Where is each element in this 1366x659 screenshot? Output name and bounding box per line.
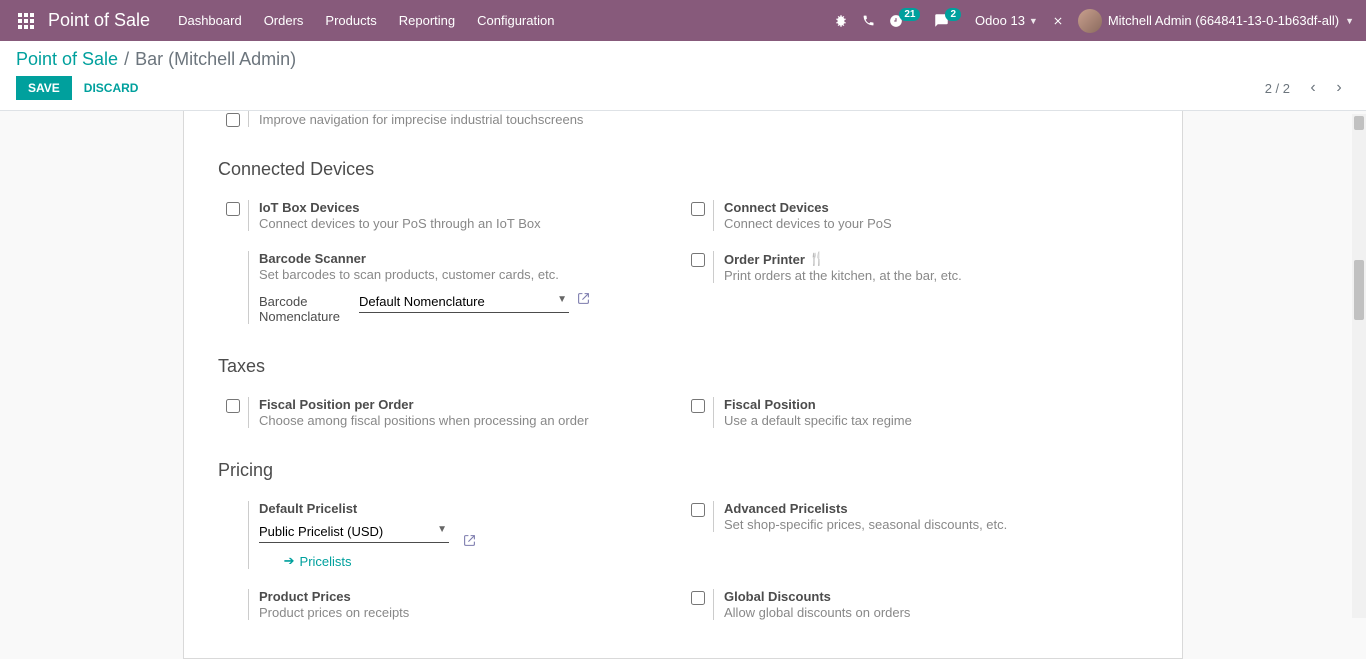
save-button[interactable]: SAVE bbox=[16, 76, 72, 100]
caret-down-icon: ▼ bbox=[1345, 16, 1354, 26]
main-menu: Dashboard Orders Products Reporting Conf… bbox=[178, 13, 554, 28]
setting-title: Global Discounts bbox=[724, 589, 1138, 604]
checkbox-fiscal-position[interactable] bbox=[691, 399, 705, 413]
setting-title: Default Pricelist bbox=[259, 501, 673, 516]
scrollbar[interactable] bbox=[1352, 114, 1366, 618]
checkbox-global-discounts[interactable] bbox=[691, 591, 705, 605]
user-menu[interactable]: Mitchell Admin (664841-13-0-1b63df-all) … bbox=[1078, 9, 1354, 33]
section-connected-devices: Connected Devices bbox=[218, 159, 1148, 180]
checkbox-advanced-pricelists[interactable] bbox=[691, 503, 705, 517]
default-pricelist-input[interactable] bbox=[259, 522, 449, 543]
menu-dashboard[interactable]: Dashboard bbox=[178, 13, 242, 28]
breadcrumb: Point of Sale / Bar (Mitchell Admin) bbox=[16, 49, 1350, 70]
checkbox-order-printer[interactable] bbox=[691, 253, 705, 267]
checkbox-large-scrollbars[interactable] bbox=[226, 113, 240, 127]
setting-desc: Connect devices to your PoS through an I… bbox=[259, 216, 673, 231]
external-link-icon[interactable] bbox=[463, 535, 480, 550]
arrow-right-icon: ➔ bbox=[284, 553, 295, 569]
close-icon[interactable] bbox=[1052, 15, 1064, 27]
apps-icon[interactable] bbox=[12, 13, 40, 29]
setting-title: Product Prices bbox=[259, 589, 673, 604]
section-pricing: Pricing bbox=[218, 460, 1148, 481]
setting-desc: Connect devices to your PoS bbox=[724, 216, 1138, 231]
discard-button[interactable]: DISCARD bbox=[84, 81, 139, 95]
control-panel: Point of Sale / Bar (Mitchell Admin) SAV… bbox=[0, 41, 1366, 111]
setting-desc: Set shop-specific prices, seasonal disco… bbox=[724, 517, 1138, 532]
navbar: Point of Sale Dashboard Orders Products … bbox=[0, 0, 1366, 41]
breadcrumb-separator: / bbox=[124, 49, 129, 70]
setting-desc: Improve navigation for imprecise industr… bbox=[259, 112, 673, 127]
activities-badge: 21 bbox=[899, 8, 920, 21]
setting-desc: Set barcodes to scan products, customer … bbox=[259, 267, 673, 282]
pricelists-link[interactable]: ➔ Pricelists bbox=[284, 553, 352, 569]
setting-title: Barcode Scanner bbox=[259, 251, 673, 266]
barcode-nomenclature-input[interactable] bbox=[359, 292, 569, 313]
avatar bbox=[1078, 9, 1102, 33]
external-link-icon[interactable] bbox=[577, 292, 590, 308]
activities-icon[interactable]: 21 bbox=[889, 14, 920, 28]
setting-title: IoT Box Devices bbox=[259, 200, 673, 215]
setting-title: Connect Devices bbox=[724, 200, 1138, 215]
phone-icon[interactable] bbox=[862, 14, 875, 27]
setting-desc: Choose among fiscal positions when proce… bbox=[259, 413, 673, 428]
cutlery-icon: 🍴 bbox=[809, 251, 825, 267]
breadcrumb-leaf: Bar (Mitchell Admin) bbox=[135, 49, 296, 70]
menu-products[interactable]: Products bbox=[325, 13, 376, 28]
breadcrumb-root[interactable]: Point of Sale bbox=[16, 49, 118, 70]
company-switcher[interactable]: Odoo 13 ▼ bbox=[975, 13, 1038, 28]
checkbox-iot-box[interactable] bbox=[226, 202, 240, 216]
setting-title: Fiscal Position per Order bbox=[259, 397, 673, 412]
setting-desc: Use a default specific tax regime bbox=[724, 413, 1138, 428]
debug-icon[interactable] bbox=[834, 14, 848, 28]
discuss-badge: 2 bbox=[945, 8, 961, 21]
caret-down-icon: ▼ bbox=[1029, 16, 1038, 26]
app-brand[interactable]: Point of Sale bbox=[48, 10, 150, 31]
field-label: Barcode Nomenclature bbox=[259, 292, 359, 324]
section-taxes: Taxes bbox=[218, 356, 1148, 377]
setting-title: Fiscal Position bbox=[724, 397, 1138, 412]
menu-reporting[interactable]: Reporting bbox=[399, 13, 455, 28]
discuss-icon[interactable]: 2 bbox=[934, 13, 961, 28]
menu-configuration[interactable]: Configuration bbox=[477, 13, 554, 28]
setting-title: Advanced Pricelists bbox=[724, 501, 1138, 516]
setting-desc: Print orders at the kitchen, at the bar,… bbox=[724, 268, 1138, 283]
pager-prev[interactable]: ‹ bbox=[1302, 77, 1324, 99]
form-sheet: Large Scrollbars Improve navigation for … bbox=[183, 111, 1183, 659]
pager-text: 2 / 2 bbox=[1265, 81, 1290, 96]
checkbox-fiscal-per-order[interactable] bbox=[226, 399, 240, 413]
menu-orders[interactable]: Orders bbox=[264, 13, 304, 28]
pager-next[interactable]: › bbox=[1328, 77, 1350, 99]
setting-title: Order Printer 🍴 bbox=[724, 251, 1138, 267]
checkbox-connect-devices[interactable] bbox=[691, 202, 705, 216]
